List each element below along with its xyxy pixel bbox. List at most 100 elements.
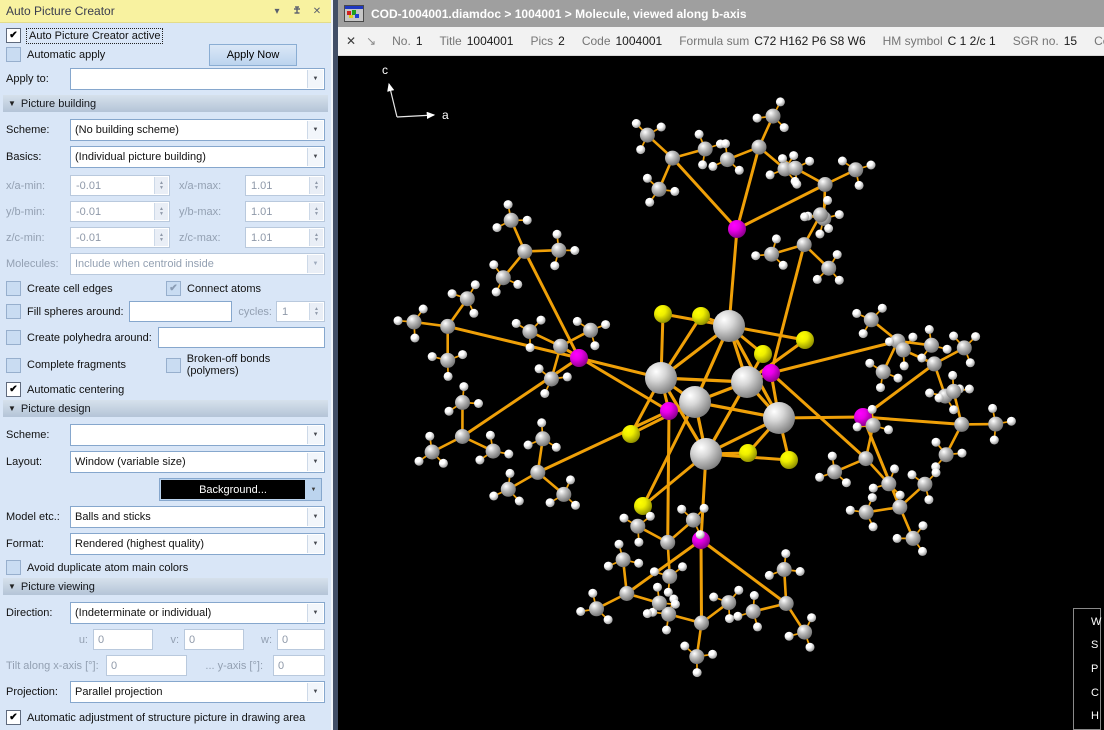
building-scheme-combobox[interactable]: (No building scheme)▼ <box>70 119 325 141</box>
auto-adjust-label[interactable]: Automatic adjustment of structure pictur… <box>27 712 305 724</box>
spin-buttons-icon[interactable]: ▲▼ <box>309 203 323 220</box>
document-pane: COD-1004001.diamdoc > 1004001 > Molecule… <box>338 0 1104 730</box>
zc-min-spinner[interactable]: -0.01▲▼ <box>70 227 170 248</box>
legend-item: W <box>1078 613 1096 631</box>
toolbar-item-cell-parameters: Cell parameters2 <box>1094 34 1104 48</box>
section-picture-design[interactable]: ▼Picture design <box>3 400 328 417</box>
avoid-duplicate-colors-label[interactable]: Avoid duplicate atom main colors <box>27 562 188 574</box>
active-checkbox-label[interactable]: Auto Picture Creator active <box>27 29 162 43</box>
connect-atoms-label: Connect atoms <box>187 283 261 295</box>
section-picture-building[interactable]: ▼Picture building <box>3 95 328 112</box>
broken-bonds-checkbox[interactable] <box>166 358 181 373</box>
spin-buttons-icon[interactable]: ▲▼ <box>154 203 168 220</box>
arrow-southeast-icon[interactable]: ↘ <box>366 34 376 48</box>
basics-label: Basics: <box>6 151 70 163</box>
chevron-down-icon[interactable]: ▼ <box>307 508 323 526</box>
active-checkbox[interactable]: ✔ <box>6 28 21 43</box>
spin-buttons-icon[interactable]: ▲▼ <box>154 229 168 246</box>
connect-atoms-checkbox: ✔ <box>166 281 181 296</box>
complete-fragments-label[interactable]: Complete fragments <box>27 359 166 371</box>
polyhedra-label[interactable]: Create polyhedra around: <box>27 332 152 344</box>
xa-min-spinner[interactable]: -0.01▲▼ <box>70 175 170 196</box>
layout-combobox[interactable]: Window (variable size)▼ <box>70 451 325 473</box>
molecules-label: Molecules: <box>6 258 70 270</box>
model-label: Model etc.: <box>6 511 70 523</box>
apply-to-combobox[interactable]: ▼ <box>70 68 325 90</box>
basics-combobox[interactable]: (Individual picture building)▼ <box>70 146 325 168</box>
legend-item: S <box>1078 636 1096 654</box>
polyhedra-input[interactable] <box>158 327 325 348</box>
chevron-down-icon[interactable]: ▼ <box>307 604 323 622</box>
spin-buttons-icon[interactable]: ▲▼ <box>309 229 323 246</box>
direction-combobox[interactable]: (Indeterminate or individual)▼ <box>70 602 325 624</box>
format-combobox[interactable]: Rendered (highest quality)▼ <box>70 533 325 555</box>
chevron-down-icon[interactable]: ▼ <box>307 148 323 166</box>
pin-icon[interactable] <box>289 4 305 18</box>
legend-item: P <box>1078 660 1096 678</box>
zc-max-spinner[interactable]: 1.01▲▼ <box>245 227 325 248</box>
automatic-apply-label[interactable]: Automatic apply <box>27 49 105 61</box>
yb-min-spinner[interactable]: -0.01▲▼ <box>70 201 170 222</box>
panel-title: Auto Picture Creator <box>6 4 265 18</box>
chevron-down-icon[interactable]: ▼ <box>307 535 323 553</box>
auto-centering-checkbox[interactable]: ✔ <box>6 382 21 397</box>
structure-toolbar: ✕ ↘ No.1 Title1004001 Pics2 Code1004001 … <box>338 27 1104 56</box>
toolbar-item-pics: Pics2 <box>530 34 564 48</box>
panel-menu-icon[interactable]: ▾ <box>269 4 285 18</box>
model-combobox[interactable]: Balls and sticks▼ <box>70 506 325 528</box>
spin-buttons-icon[interactable]: ▲▼ <box>154 177 168 194</box>
document-titlebar: COD-1004001.diamdoc > 1004001 > Molecule… <box>338 0 1104 27</box>
auto-centering-label[interactable]: Automatic centering <box>27 384 124 396</box>
format-label: Format: <box>6 538 70 550</box>
direction-label: Direction: <box>6 607 70 619</box>
close-icon[interactable]: ✕ <box>346 34 356 48</box>
v-label: v: <box>167 634 179 646</box>
broken-bonds-label[interactable]: Broken-off bonds (polymers) <box>187 353 325 377</box>
svg-text:c: c <box>382 63 388 77</box>
layout-label: Layout: <box>6 456 70 468</box>
toolbar-item-title: Title1004001 <box>440 34 514 48</box>
chevron-down-icon[interactable]: ▼ <box>307 426 323 444</box>
automatic-apply-checkbox[interactable] <box>6 47 21 62</box>
fill-spheres-checkbox[interactable] <box>6 304 21 319</box>
fill-spheres-input[interactable] <box>129 301 233 322</box>
svg-text:a: a <box>442 108 449 122</box>
polyhedra-checkbox[interactable] <box>6 330 21 345</box>
chevron-down-icon[interactable]: ▼ <box>307 70 323 88</box>
cell-edges-label[interactable]: Create cell edges <box>27 283 166 295</box>
auto-adjust-checkbox[interactable]: ✔ <box>6 710 21 725</box>
complete-fragments-checkbox[interactable] <box>6 358 21 373</box>
avoid-duplicate-colors-checkbox[interactable] <box>6 560 21 575</box>
w-label: w: <box>258 634 272 646</box>
molecules-combobox: Include when centroid inside▼ <box>70 253 325 275</box>
toolbar-item-formula: Formula sumC72 H162 P6 S8 W6 <box>679 34 865 48</box>
spin-buttons-icon[interactable]: ▲▼ <box>309 177 323 194</box>
collapse-icon: ▼ <box>8 404 16 413</box>
w-field: 0 <box>277 629 325 650</box>
section-picture-viewing[interactable]: ▼Picture viewing <box>3 578 328 595</box>
apply-now-button[interactable]: Apply Now <box>209 44 297 66</box>
fill-spheres-label[interactable]: Fill spheres around: <box>27 306 124 318</box>
design-scheme-combobox[interactable]: ▼ <box>70 424 325 446</box>
collapse-icon: ▼ <box>8 99 16 108</box>
structure-canvas[interactable]: ca W S P C H <box>338 56 1104 730</box>
xa-min-label: x/a-min: <box>6 180 70 192</box>
cycles-label: cycles: <box>238 306 272 318</box>
design-scheme-label: Scheme: <box>6 429 70 441</box>
chevron-down-icon[interactable]: ▼ <box>307 121 323 139</box>
auto-picture-creator-panel: Auto Picture Creator ▾ ✕ ✔ Auto Picture … <box>0 0 331 730</box>
chevron-down-icon[interactable]: ▼ <box>307 453 323 471</box>
yb-max-spinner[interactable]: 1.01▲▼ <box>245 201 325 222</box>
background-button[interactable]: Background... <box>161 480 305 499</box>
cycles-spinner[interactable]: 1▲▼ <box>276 301 325 322</box>
yb-max-label: y/b-max: <box>170 206 245 218</box>
chevron-down-icon[interactable]: ▼ <box>307 683 323 701</box>
chevron-down-icon[interactable]: ▼ <box>306 479 321 500</box>
tilt-y-field: 0 <box>273 655 325 676</box>
panel-close-icon[interactable]: ✕ <box>309 4 325 18</box>
u-field: 0 <box>93 629 153 650</box>
cell-edges-checkbox[interactable] <box>6 281 21 296</box>
projection-combobox[interactable]: Parallel projection▼ <box>70 681 325 703</box>
spin-buttons-icon[interactable]: ▲▼ <box>309 303 323 320</box>
xa-max-spinner[interactable]: 1.01▲▼ <box>245 175 325 196</box>
